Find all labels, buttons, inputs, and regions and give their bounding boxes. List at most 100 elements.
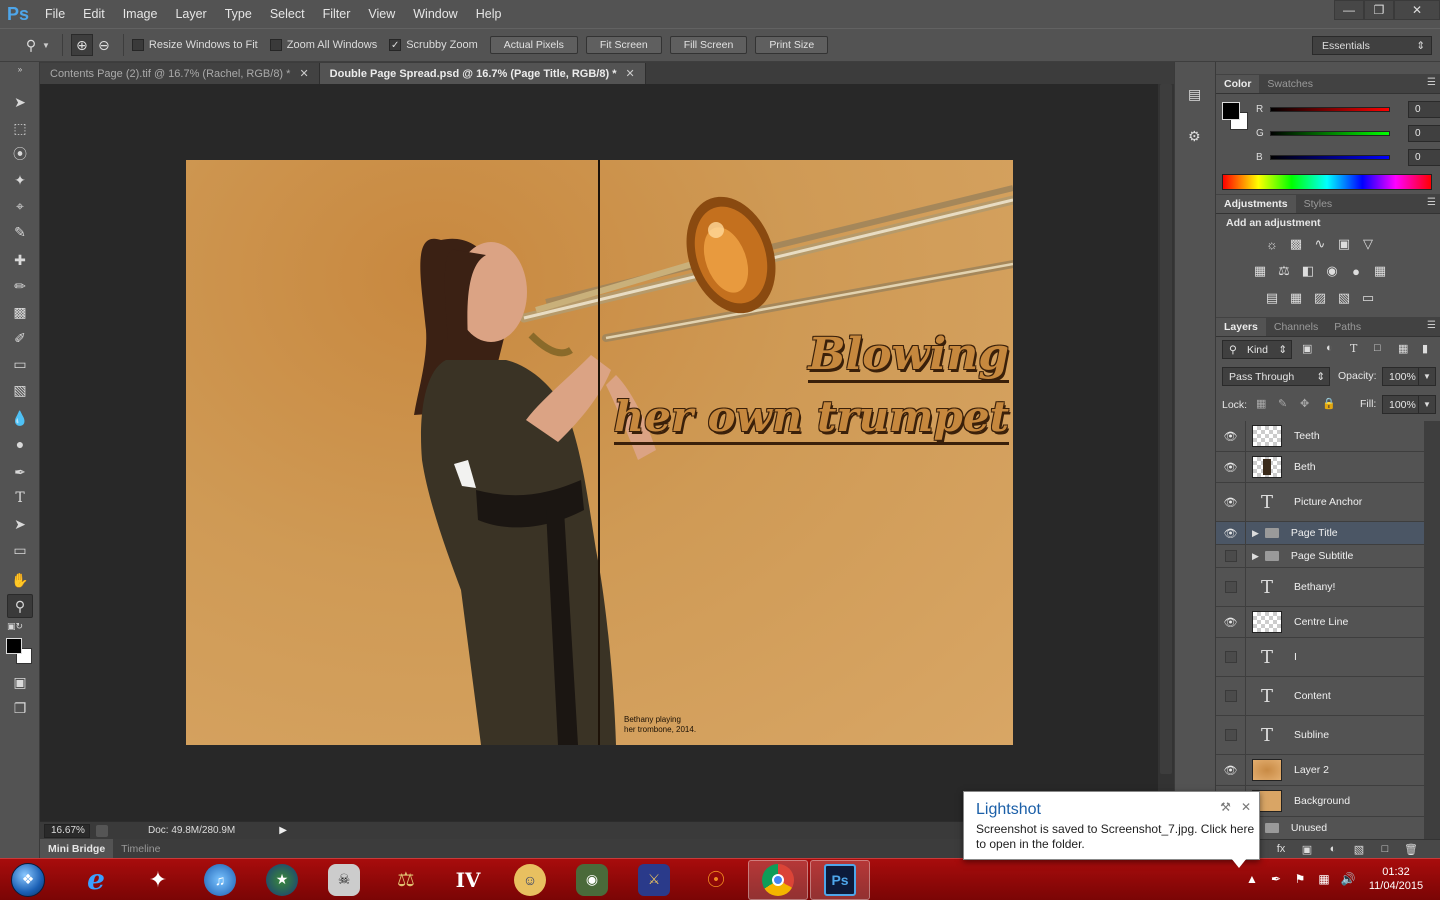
scrubby-zoom-checkbox[interactable]: ✓ Scrubby Zoom	[389, 39, 478, 51]
close-icon[interactable]: ✕	[625, 67, 634, 80]
clone-stamp-tool-icon[interactable]: ▩	[7, 300, 33, 324]
tab-double-page-spread[interactable]: Double Page Spread.psd @ 16.7% (Page Tit…	[319, 63, 646, 84]
blue-value-field[interactable]: 0	[1408, 148, 1440, 166]
menu-select[interactable]: Select	[261, 0, 314, 28]
filter-toggle-icon[interactable]: ▮	[1422, 342, 1434, 355]
type-tool-icon[interactable]: T	[7, 486, 33, 510]
zoom-all-windows-checkbox[interactable]: Zoom All Windows	[269, 39, 377, 51]
layer-style-icon[interactable]: fx	[1268, 843, 1294, 855]
visibility-toggle[interactable]: 👁	[1216, 452, 1246, 482]
tab-adjustments[interactable]: Adjustments	[1216, 195, 1296, 213]
shape-filter-icon[interactable]: □	[1374, 342, 1398, 355]
lightshot-feather-icon[interactable]: ✒	[1264, 872, 1288, 886]
close-icon[interactable]: ✕	[1241, 800, 1251, 814]
tab-contents-page[interactable]: Contents Page (2).tif @ 16.7% (Rachel, R…	[40, 63, 320, 84]
color-lookup-icon[interactable]: ▦	[1368, 259, 1392, 283]
fill-screen-button[interactable]: Fill Screen	[669, 36, 748, 54]
lasso-tool-icon[interactable]: ⦿	[7, 142, 33, 166]
screen-mode-icon[interactable]: ❐	[7, 696, 33, 720]
tab-layers[interactable]: Layers	[1216, 318, 1266, 336]
taskbar-blender[interactable]: ☉	[686, 860, 746, 900]
layer-row-picture-anchor[interactable]: 👁 T Picture Anchor	[1216, 483, 1424, 522]
menu-help[interactable]: Help	[467, 0, 511, 28]
close-icon[interactable]: ✕	[299, 67, 308, 80]
visibility-toggle[interactable]	[1216, 638, 1246, 676]
new-layer-icon[interactable]: □	[1372, 843, 1398, 855]
adjustment-filter-icon[interactable]: ◐	[1326, 342, 1350, 355]
visibility-toggle[interactable]	[1216, 677, 1246, 715]
menu-file[interactable]: File	[36, 0, 74, 28]
close-button[interactable]: ✕	[1394, 0, 1440, 20]
posterize-icon[interactable]: ▦	[1284, 286, 1308, 310]
tab-swatches[interactable]: Swatches	[1259, 75, 1321, 93]
layer-row-centre-line[interactable]: 👁 Centre Line	[1216, 607, 1424, 638]
visibility-toggle[interactable]	[1216, 545, 1246, 567]
resize-windows-checkbox[interactable]: Resize Windows to Fit	[131, 39, 258, 51]
visibility-toggle[interactable]: 👁	[1216, 483, 1246, 521]
threshold-icon[interactable]: ▨	[1308, 286, 1332, 310]
healing-brush-tool-icon[interactable]: ✚	[7, 248, 33, 272]
group-expand-icon[interactable]: ▶	[1252, 528, 1279, 539]
move-tool-icon[interactable]: ➤	[7, 90, 33, 114]
tab-color[interactable]: Color	[1216, 75, 1260, 93]
exposure-icon[interactable]: ▣	[1332, 232, 1356, 256]
lock-position-icon[interactable]: ✥	[1300, 397, 1322, 410]
page-title-line-2[interactable]: her own trumpet	[613, 392, 1009, 445]
volume-icon[interactable]: 🔊	[1336, 872, 1360, 886]
curves-icon[interactable]: ∿	[1308, 232, 1332, 256]
invert-icon[interactable]: ▤	[1260, 286, 1284, 310]
tab-channels[interactable]: Channels	[1266, 318, 1326, 336]
start-button[interactable]: ❖	[6, 860, 50, 900]
history-brush-tool-icon[interactable]: ✐	[7, 326, 33, 350]
zoom-tool-preset-icon[interactable]: ⚲	[20, 34, 42, 56]
menu-edit[interactable]: Edit	[74, 0, 114, 28]
workspace-select[interactable]: Essentials ⇕	[1312, 36, 1432, 55]
taskbar-game-1[interactable]: ★	[252, 860, 312, 900]
collapse-icon[interactable]: »	[7, 64, 33, 74]
export-icon[interactable]	[96, 824, 108, 837]
panel-menu-icon[interactable]: ☰	[1427, 197, 1436, 208]
layer-row-i[interactable]: T I	[1216, 638, 1424, 677]
zoom-tool-icon[interactable]: ⚲	[7, 594, 33, 618]
red-value-field[interactable]: 0	[1408, 100, 1440, 118]
blur-tool-icon[interactable]: 💧	[7, 406, 33, 430]
layer-row-content[interactable]: T Content	[1216, 677, 1424, 716]
tab-timeline[interactable]: Timeline	[113, 839, 168, 858]
color-spectrum[interactable]	[1222, 174, 1432, 190]
dodge-tool-icon[interactable]: ●	[7, 432, 33, 456]
zoom-in-icon[interactable]: ⊕	[70, 34, 93, 56]
taskbar-itunes[interactable]: ♫	[190, 860, 250, 900]
eraser-tool-icon[interactable]: ▭	[7, 352, 33, 376]
lightshot-notification[interactable]: Lightshot Screenshot is saved to Screens…	[963, 791, 1260, 860]
chevron-down-icon[interactable]: ▼	[42, 41, 50, 50]
page-title-line-1[interactable]: Blowing	[808, 330, 1009, 383]
menu-window[interactable]: Window	[404, 0, 466, 28]
layer-mask-icon[interactable]: ▣	[1294, 843, 1320, 856]
layer-row-page-subtitle[interactable]: ▶ Page Subtitle	[1216, 545, 1424, 568]
red-slider[interactable]	[1270, 106, 1390, 112]
taskbar-fallout[interactable]: ☺	[500, 860, 560, 900]
eyedropper-tool-icon[interactable]: ✎	[7, 220, 33, 244]
blend-mode-select[interactable]: Pass Through ⇕	[1222, 367, 1330, 386]
print-size-button[interactable]: Print Size	[755, 36, 829, 54]
panel-menu-icon[interactable]: ☰	[1427, 320, 1436, 331]
zoom-out-icon[interactable]: ⊖	[93, 34, 115, 56]
taskbar-game-3[interactable]: ⚖	[376, 860, 436, 900]
visibility-toggle[interactable]	[1216, 568, 1246, 606]
menu-image[interactable]: Image	[114, 0, 167, 28]
taskbar-gta-iv[interactable]: IV	[438, 860, 498, 900]
notification-message[interactable]: Screenshot is saved to Screenshot_7.jpg.…	[976, 822, 1261, 852]
lock-all-icon[interactable]: 🔒	[1322, 397, 1344, 410]
channel-mixer-icon[interactable]: ●	[1344, 259, 1368, 283]
taskbar-chrome[interactable]	[748, 859, 808, 900]
fg-color-swatch[interactable]	[1222, 102, 1240, 120]
pixel-filter-icon[interactable]: ▣	[1302, 342, 1326, 355]
minimize-button[interactable]: —	[1334, 0, 1364, 20]
visibility-toggle[interactable]: 👁	[1216, 522, 1246, 544]
document-canvas[interactable]: Blowing her own trumpet Bethany playing …	[186, 160, 1013, 745]
new-group-icon[interactable]: ▧	[1346, 843, 1372, 856]
brush-tool-icon[interactable]: ✏	[7, 274, 33, 298]
tab-paths[interactable]: Paths	[1326, 318, 1369, 336]
quick-select-tool-icon[interactable]: ✦	[7, 168, 33, 192]
lock-pixels-icon[interactable]: ✎	[1278, 397, 1300, 410]
